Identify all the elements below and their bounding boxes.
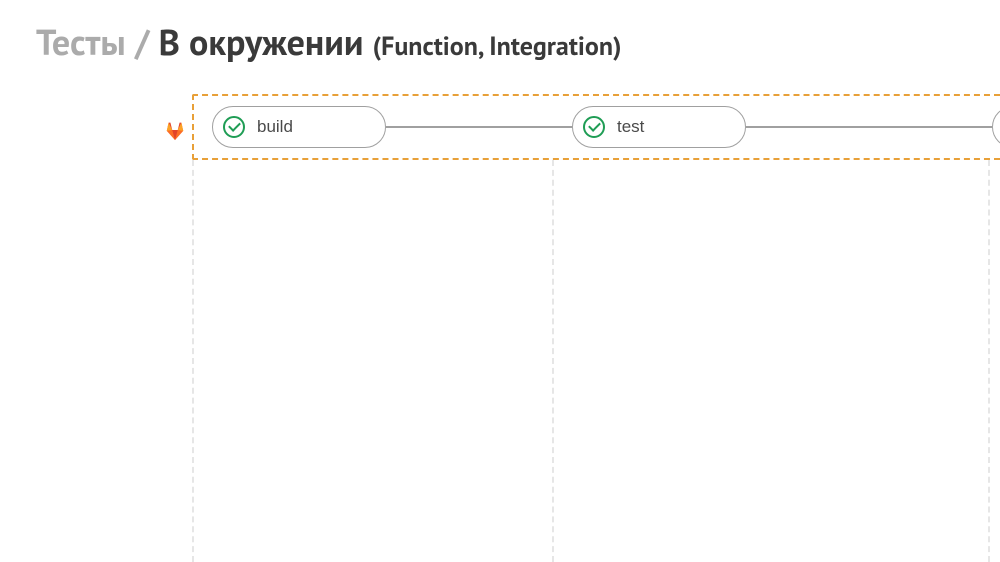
stage-label: build: [257, 117, 293, 137]
pipeline-connector: [746, 126, 992, 128]
status-success-icon: [583, 116, 605, 138]
column-divider: [988, 160, 990, 562]
pipeline-stage-next[interactable]: [992, 106, 1000, 148]
page-title: Тесты / В окружении (Function, Integrati…: [36, 18, 622, 65]
title-subtitle: (Function, Integration): [373, 30, 622, 63]
column-divider: [552, 160, 554, 562]
check-icon: [588, 119, 601, 132]
breadcrumb: Тесты /: [36, 18, 159, 65]
pipeline-stage-build[interactable]: build: [212, 106, 386, 148]
check-icon: [228, 119, 241, 132]
stage-label: test: [617, 117, 644, 137]
gitlab-icon: [164, 119, 186, 141]
status-success-icon: [223, 116, 245, 138]
pipeline-row: build test: [212, 106, 1000, 148]
column-divider: [192, 160, 194, 562]
title-main: В окружении: [159, 18, 373, 65]
pipeline-connector: [386, 126, 572, 128]
pipeline-stage-test[interactable]: test: [572, 106, 746, 148]
